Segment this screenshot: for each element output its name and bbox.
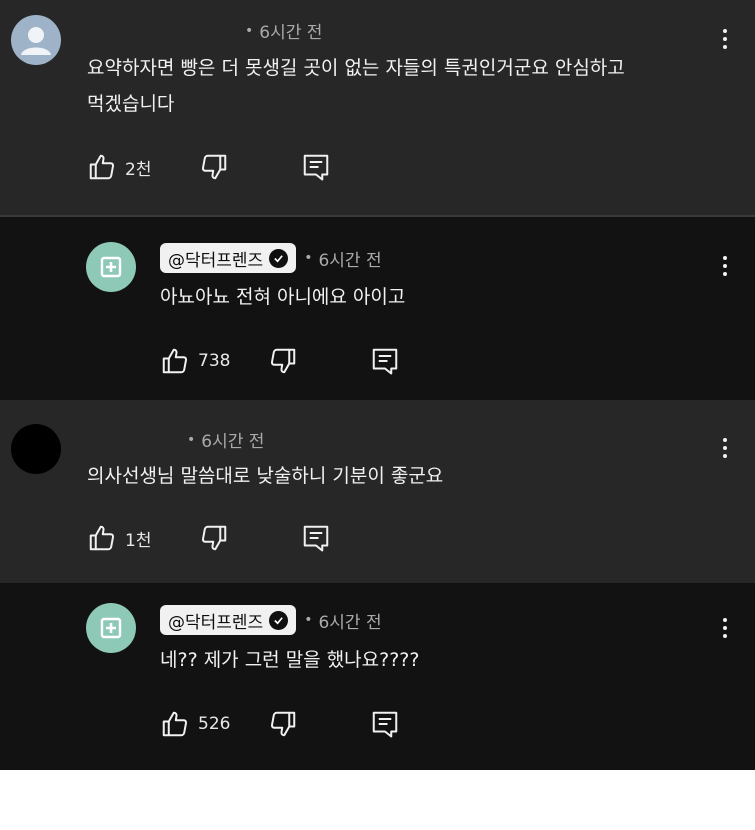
like-button[interactable]: 2천	[87, 152, 151, 182]
thumbs-down-icon	[271, 348, 296, 374]
more-options-icon[interactable]	[715, 433, 735, 463]
verified-check-icon	[269, 610, 289, 630]
more-options-icon[interactable]	[715, 251, 735, 281]
author-name: @닥터프렌즈	[168, 250, 264, 271]
channel-handle-badge[interactable]: @닥터프렌즈	[160, 243, 297, 273]
like-count: 1천	[125, 530, 152, 551]
comment-actions: 1천	[87, 523, 331, 553]
comment-text: 요약하자면 빵은 더 못생길 곳이 없는 자들의 특권인거군요 안심하고 먹겠습…	[87, 50, 707, 122]
thumbs-up-icon	[162, 711, 188, 737]
comment-text-line: 먹겠습니다	[87, 93, 175, 115]
default-user-icon	[21, 27, 51, 55]
comment-actions: 526	[160, 709, 400, 739]
comment-meta: @닥터프렌즈 • 6시간 전	[160, 243, 382, 273]
comment-time: 6시간 전	[318, 612, 382, 633]
channel-avatar[interactable]	[86, 603, 136, 653]
comment-meta: @닥터프렌즈 • 6시간 전	[160, 605, 382, 635]
thumbs-up-icon	[89, 154, 115, 180]
like-count: 2천	[125, 159, 152, 180]
like-button[interactable]: 1천	[87, 523, 151, 553]
thumbs-down-icon	[202, 154, 227, 180]
thumbs-up-icon	[162, 348, 188, 374]
comment-thread-1: • 6시간 전 요약하자면 빵은 더 못생길 곳이 없는 자들의 특권인거군요 안…	[0, 0, 755, 215]
comment-text: 네?? 제가 그런 말을 했나요????	[160, 642, 755, 678]
comment-text-line: 요약하자면 빵은 더 못생길 곳이 없는 자들의 특권인거군요 안심하고	[87, 57, 625, 79]
channel-avatar[interactable]	[86, 242, 136, 292]
comment-reply-1: @닥터프렌즈 • 6시간 전 아뇨아뇨 전혀 아니에요 아이고 738	[0, 217, 755, 400]
channel-handle-badge[interactable]: @닥터프렌즈	[160, 605, 297, 635]
reply-button[interactable]	[301, 523, 331, 553]
more-options-icon[interactable]	[715, 613, 735, 643]
dislike-button[interactable]	[199, 523, 229, 553]
comment-actions: 2천	[87, 152, 331, 182]
reply-button[interactable]	[301, 152, 331, 182]
comment-thread-2: • 6시간 전 의사선생님 말씀대로 낮술하니 기분이 좋군요 1천	[0, 400, 755, 583]
comment-text-line: 네?? 제가 그런 말을 했나요????	[160, 649, 420, 671]
comment-text: 의사선생님 말씀대로 낮술하니 기분이 좋군요	[87, 458, 707, 494]
dislike-button[interactable]	[268, 346, 298, 376]
medical-cross-icon	[100, 617, 122, 639]
comment-meta: • 6시간 전	[245, 18, 323, 44]
medical-cross-icon	[100, 256, 122, 278]
comment-time: 6시간 전	[318, 250, 382, 271]
thumbs-down-icon	[271, 711, 296, 737]
author-name: @닥터프렌즈	[168, 612, 264, 633]
avatar[interactable]	[11, 15, 61, 65]
dislike-button[interactable]	[268, 709, 298, 739]
comment-text-line: 아뇨아뇨 전혀 아니에요 아이고	[160, 286, 406, 308]
reply-comment-icon	[373, 348, 398, 375]
reply-comment-icon	[304, 525, 329, 552]
comment-actions: 738	[160, 346, 400, 376]
reply-comment-icon	[304, 154, 329, 181]
comment-text-line: 의사선생님 말씀대로 낮술하니 기분이 좋군요	[87, 465, 444, 487]
like-button[interactable]: 738	[160, 346, 230, 376]
comment-text: 아뇨아뇨 전혀 아니에요 아이고	[160, 279, 755, 315]
reply-comment-icon	[373, 711, 398, 738]
reply-button[interactable]	[370, 346, 400, 376]
like-count: 526	[198, 714, 231, 734]
reply-button[interactable]	[370, 709, 400, 739]
like-count: 738	[198, 351, 231, 371]
comment-reply-2: @닥터프렌즈 • 6시간 전 네?? 제가 그런 말을 했나요???? 526	[0, 583, 755, 770]
more-options-icon[interactable]	[715, 24, 735, 54]
comment-time: 6시간 전	[259, 23, 323, 43]
comment-meta: • 6시간 전	[187, 427, 265, 453]
comment-time: 6시간 전	[201, 432, 265, 452]
thumbs-up-icon	[89, 525, 115, 551]
thumbs-down-icon	[202, 525, 227, 551]
verified-check-icon	[269, 248, 289, 268]
avatar[interactable]	[11, 424, 61, 474]
dislike-button[interactable]	[199, 152, 229, 182]
like-button[interactable]: 526	[160, 709, 230, 739]
